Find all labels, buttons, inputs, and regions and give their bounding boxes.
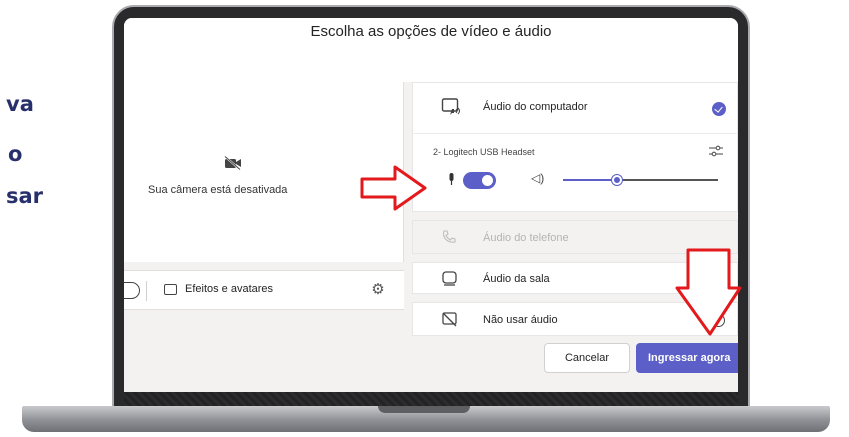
sliders-icon[interactable] — [709, 145, 723, 157]
volume-slider[interactable] — [563, 175, 718, 185]
effects-icon[interactable] — [164, 284, 177, 295]
microphone-toggle[interactable] — [463, 172, 496, 189]
speaker-icon: ◁) — [531, 171, 545, 185]
phone-audio-label: Áudio do telefone — [483, 232, 569, 244]
laptop-screen: Escolha as opções de vídeo e áudio Sua c… — [124, 18, 738, 392]
option-room-audio[interactable]: Áudio da sala — [412, 262, 738, 294]
camera-off-icon — [224, 156, 241, 170]
computer-audio-icon — [441, 98, 460, 115]
camera-preview: Sua câmera está desativada — [124, 82, 404, 262]
divider — [146, 281, 147, 301]
side-heading-line1: va — [6, 92, 34, 116]
audio-options: Áudio do computador 2- Logitech USB Head… — [412, 82, 738, 336]
side-heading-line2: o — [8, 142, 23, 166]
camera-toggle[interactable] — [124, 282, 140, 299]
check-icon[interactable] — [712, 102, 726, 116]
option-no-audio[interactable]: Não usar áudio — [412, 302, 738, 336]
cancel-button[interactable]: Cancelar — [544, 343, 630, 373]
side-heading: va o sar — [0, 0, 110, 437]
no-audio-label: Não usar áudio — [483, 314, 558, 326]
room-audio-radio[interactable] — [712, 273, 725, 286]
device-name: 2- Logitech USB Headset — [433, 147, 535, 157]
side-heading-line3: sar — [6, 184, 44, 208]
effects-bar: Efeitos e avatares ⚙ — [124, 270, 404, 310]
divider — [413, 133, 738, 134]
join-now-button[interactable]: Ingressar agora — [636, 343, 738, 373]
no-audio-icon — [442, 312, 457, 327]
room-icon — [442, 271, 457, 286]
phone-icon — [442, 230, 456, 243]
dialog-title: Escolha as opções de vídeo e áudio — [310, 23, 552, 40]
volume-fill — [563, 179, 618, 181]
effects-label[interactable]: Efeitos e avatares — [185, 283, 273, 295]
volume-knob[interactable] — [612, 175, 623, 185]
gear-icon[interactable]: ⚙ — [369, 281, 387, 299]
no-audio-radio[interactable] — [712, 314, 725, 327]
computer-audio-label: Áudio do computador — [483, 101, 588, 113]
option-phone-audio: Áudio do telefone — [412, 220, 738, 254]
dialog-header: Escolha as opções de vídeo e áudio — [124, 18, 738, 82]
camera-status: Sua câmera está desativada — [148, 184, 288, 196]
microphone-icon — [449, 173, 454, 185]
option-computer-audio[interactable]: Áudio do computador 2- Logitech USB Head… — [412, 82, 738, 212]
laptop-notch — [378, 406, 470, 413]
room-audio-label: Áudio da sala — [483, 273, 550, 285]
